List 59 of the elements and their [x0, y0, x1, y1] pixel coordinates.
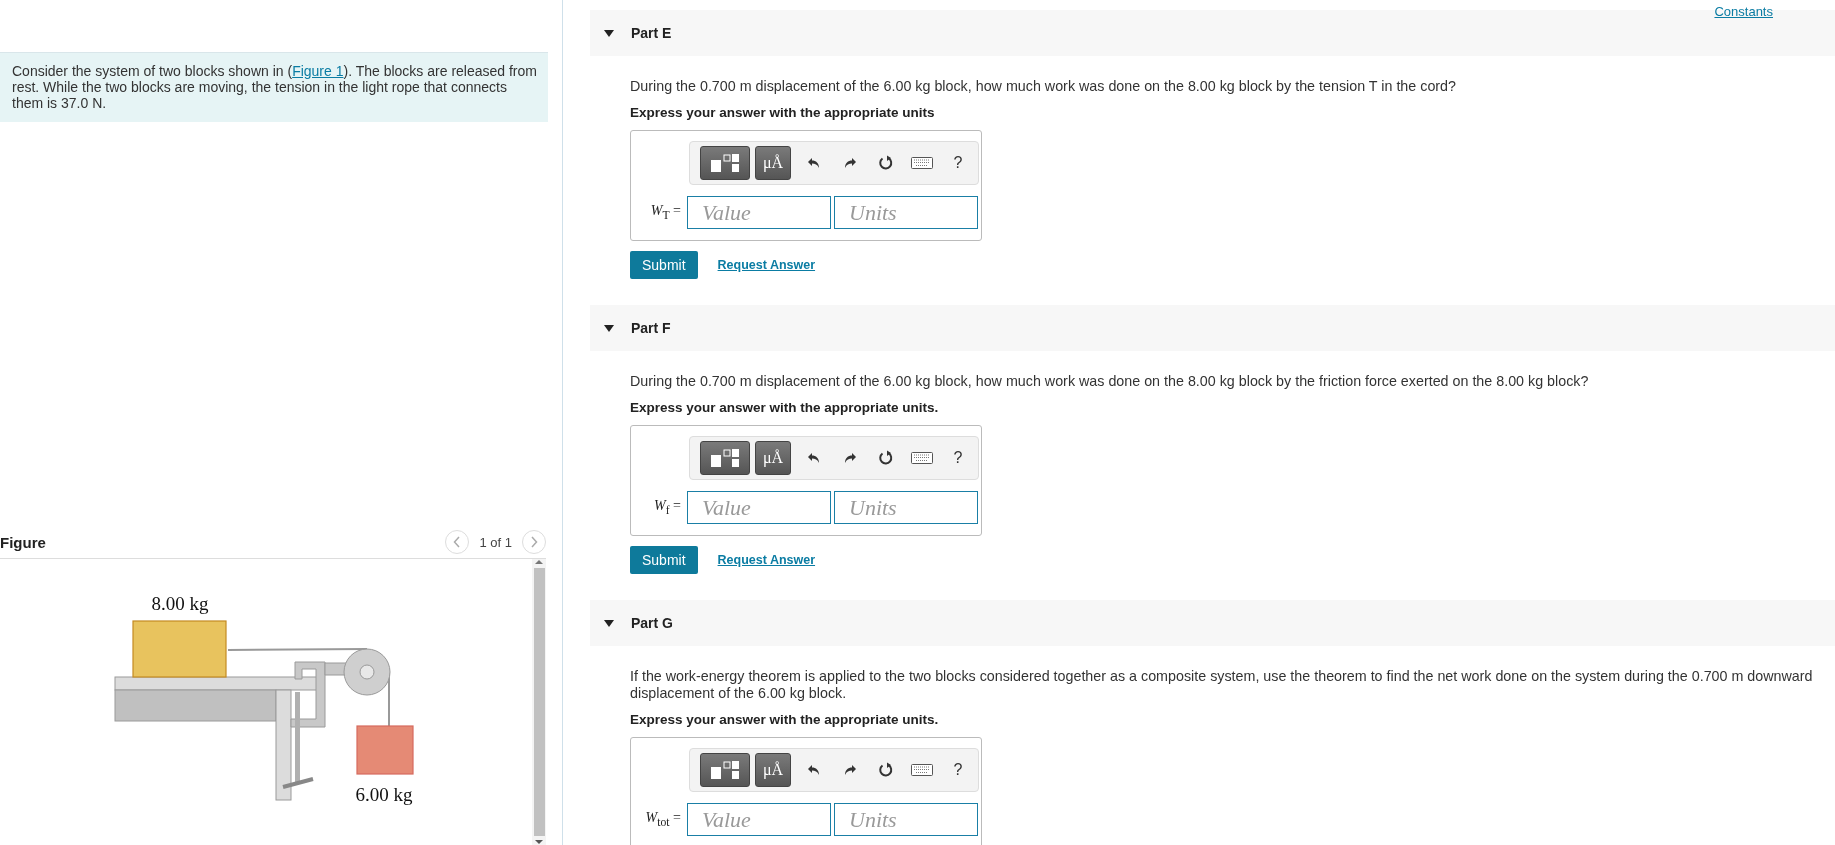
scroll-up-icon[interactable]	[535, 559, 543, 565]
redo-icon	[843, 764, 857, 776]
reset-icon	[878, 762, 894, 778]
answer-instruction: Express your answer with the appropriate units.	[630, 712, 940, 727]
reset-icon	[878, 450, 894, 466]
keyboard-icon	[911, 157, 933, 169]
units-button[interactable]: μÅ	[755, 146, 791, 180]
keyboard-icon	[911, 764, 933, 776]
answer-instruction: Express your answer with the appropriate units	[630, 105, 936, 120]
keyboard-icon	[911, 452, 933, 464]
part-title: Part G	[631, 615, 673, 631]
help-button[interactable]: ?	[940, 154, 976, 172]
mass-label: 8.00 kg	[151, 593, 209, 614]
redo-icon	[843, 452, 857, 464]
problem-statement: Consider the system of two blocks shown in (Figure 1). The blocks are released from rest. While the two blocks are moving, the tension in the light rope that connects them is 37.0 N.	[0, 52, 548, 122]
question-text: During the 0.700 m displacement of the 6.00 kg block, how much work was done on the 8.00 kg block by the friction force exerted on the 8.00 kg block?	[630, 373, 1590, 390]
redo-icon	[843, 157, 857, 169]
template-icon	[710, 760, 740, 780]
answer-instruction: Express your answer with the appropriate units.	[630, 400, 940, 415]
help-button[interactable]: ?	[940, 449, 976, 467]
question-text: If the work-energy theorem is applied to the two blocks considered together as a composite system, use the theorem to find the net work done on the system during the 0.700 m downward displacement of the 6.00 kg block.	[630, 668, 1814, 702]
reset-icon	[878, 155, 894, 171]
variable-label: W$_{tot}$ =	[644, 810, 682, 829]
page-counter: 1 of 1	[479, 534, 512, 550]
undo-icon	[807, 452, 821, 464]
template-icon	[710, 153, 740, 173]
template-button[interactable]	[700, 441, 750, 475]
figure-heading: Figure	[0, 533, 47, 551]
request-answer-link[interactable]: Request Answer	[717, 553, 816, 567]
figure-link[interactable]: Figure 1	[292, 63, 344, 79]
part-title: Part E	[631, 25, 672, 41]
units-field[interactable]: Units	[834, 803, 978, 836]
units-field[interactable]: Units	[834, 491, 978, 524]
part-header[interactable]: Part F	[590, 305, 1835, 351]
undo-icon	[807, 157, 821, 169]
variable-label: W$_{f}$ =	[653, 498, 682, 517]
chevron-right-icon	[530, 536, 538, 548]
scroll-down-icon[interactable]	[535, 839, 543, 845]
units-button[interactable]: μÅ	[755, 441, 791, 475]
help-button[interactable]: ?	[940, 761, 976, 779]
part-title: Part F	[631, 320, 671, 336]
value-field[interactable]: Value	[687, 196, 831, 229]
units-field[interactable]: Units	[834, 196, 978, 229]
undo-icon	[807, 764, 821, 776]
scrollbar[interactable]	[532, 559, 546, 845]
value-field[interactable]: Value	[687, 491, 831, 524]
chevron-left-icon	[453, 536, 462, 548]
template-button[interactable]	[700, 753, 750, 787]
submit-button[interactable]: Submit	[630, 546, 698, 574]
question-text: During the 0.700 m displacement of the 6.00 kg block, how much work was done on the 8.00 kg block by the tension T in the cord?	[630, 78, 1457, 95]
value-field[interactable]: Value	[687, 803, 831, 836]
variable-label: W$_{T}$ =	[649, 203, 682, 222]
mass-label: 6.00 kg	[355, 784, 413, 805]
units-button[interactable]: μÅ	[755, 753, 791, 787]
template-icon	[710, 448, 740, 468]
template-button[interactable]	[700, 146, 750, 180]
request-answer-link[interactable]: Request Answer	[717, 258, 816, 272]
part-header[interactable]: Part G	[590, 600, 1835, 646]
submit-button[interactable]: Submit	[630, 251, 698, 279]
